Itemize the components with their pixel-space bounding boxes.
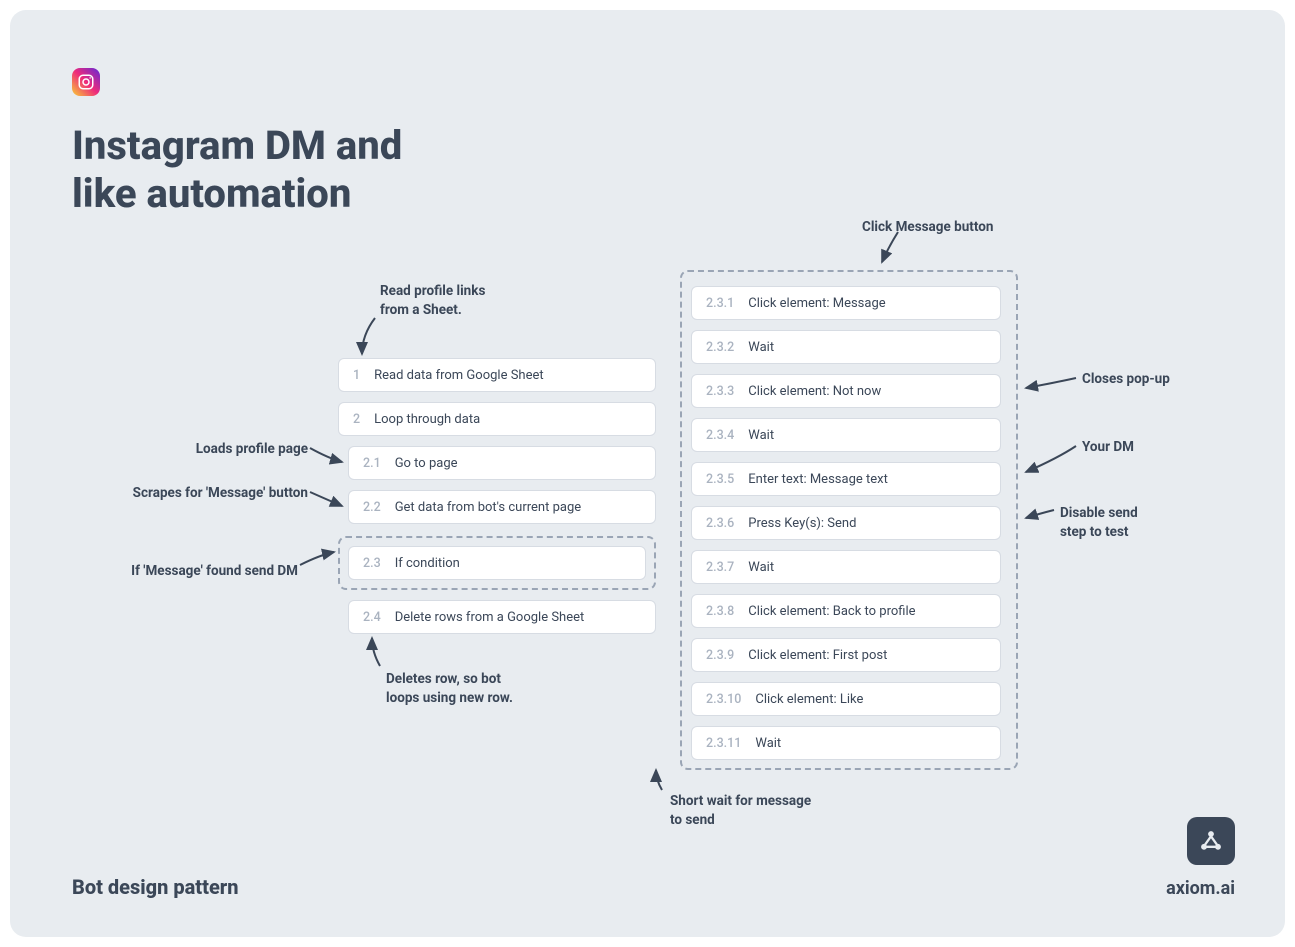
step-label: Click element: Back to profile	[748, 604, 915, 619]
page-title: Instagram DM and like automation	[72, 122, 402, 218]
step-get-data: 2.2 Get data from bot's current page	[348, 490, 656, 524]
step-label: Wait	[748, 428, 774, 443]
step-label: Wait	[748, 340, 774, 355]
title-line2: like automation	[72, 170, 351, 217]
annot-read-links: Read profile links from a Sheet.	[380, 282, 485, 320]
step-wait-4: 2.3.11 Wait	[691, 726, 1001, 760]
annot-scrapes: Scrapes for 'Message' button	[96, 484, 308, 503]
step-label: Loop through data	[374, 412, 480, 427]
step-num: 2.3.8	[706, 604, 734, 619]
step-back-profile: 2.3.8 Click element: Back to profile	[691, 594, 1001, 628]
diagram-canvas: Instagram DM and like automation 1 Read …	[10, 10, 1285, 937]
step-click-not-now: 2.3.3 Click element: Not now	[691, 374, 1001, 408]
annot-your-dm: Your DM	[1082, 438, 1134, 457]
step-label: Get data from bot's current page	[395, 500, 581, 515]
annot-if-found: If 'Message' found send DM	[102, 562, 298, 581]
step-delete-rows: 2.4 Delete rows from a Google Sheet	[348, 600, 656, 634]
step-label: Delete rows from a Google Sheet	[395, 610, 585, 625]
step-label: Click element: Message	[748, 296, 885, 311]
step-first-post: 2.3.9 Click element: First post	[691, 638, 1001, 672]
annot-deletes: Deletes row, so bot loops using new row.	[386, 670, 513, 708]
step-label: Enter text: Message text	[748, 472, 888, 487]
step-num: 2	[353, 412, 360, 427]
step-num: 2.3.11	[706, 736, 741, 751]
step-num: 2.3.2	[706, 340, 734, 355]
step-num: 2.3.6	[706, 516, 734, 531]
step-label: Click element: Like	[755, 692, 863, 707]
step-go-to-page: 2.1 Go to page	[348, 446, 656, 480]
step-num: 2.2	[363, 500, 381, 515]
step-num: 2.1	[363, 456, 381, 471]
step-label: Read data from Google Sheet	[374, 368, 544, 383]
step-label: Wait	[755, 736, 781, 751]
step-click-message: 2.3.1 Click element: Message	[691, 286, 1001, 320]
annot-disable-send: Disable send step to test	[1060, 504, 1138, 542]
step-num: 2.3.3	[706, 384, 734, 399]
step-wait-3: 2.3.7 Wait	[691, 550, 1001, 584]
annot-closes-popup: Closes pop-up	[1082, 370, 1170, 389]
title-line1: Instagram DM and	[72, 122, 402, 169]
step-label: Wait	[748, 560, 774, 575]
footer-brand: axiom.ai	[1166, 878, 1235, 899]
step-num: 1	[353, 368, 360, 383]
step-label: Click element: Not now	[748, 384, 881, 399]
step-loop: 2 Loop through data	[338, 402, 656, 436]
instagram-icon	[72, 68, 100, 96]
step-label: Click element: First post	[748, 648, 887, 663]
annot-loads-profile: Loads profile page	[168, 440, 308, 459]
step-num: 2.3.1	[706, 296, 734, 311]
step-click-like: 2.3.10 Click element: Like	[691, 682, 1001, 716]
footer-label: Bot design pattern	[72, 875, 239, 899]
step-wait-1: 2.3.2 Wait	[691, 330, 1001, 364]
step-enter-text: 2.3.5 Enter text: Message text	[691, 462, 1001, 496]
step-num: 2.4	[363, 610, 381, 625]
step-if-condition: 2.3 If condition	[348, 546, 646, 580]
step-wait-2: 2.3.4 Wait	[691, 418, 1001, 452]
step-label: Press Key(s): Send	[748, 516, 856, 531]
step-label: Go to page	[395, 456, 458, 471]
step-num: 2.3.7	[706, 560, 734, 575]
step-num: 2.3.10	[706, 692, 741, 707]
step-num: 2.3.5	[706, 472, 734, 487]
step-num: 2.3	[363, 556, 381, 571]
step-read-data: 1 Read data from Google Sheet	[338, 358, 656, 392]
step-num: 2.3.9	[706, 648, 734, 663]
annot-short-wait: Short wait for message to send	[670, 792, 811, 830]
step-num: 2.3.4	[706, 428, 734, 443]
step-press-send: 2.3.6 Press Key(s): Send	[691, 506, 1001, 540]
axiom-logo-icon	[1187, 817, 1235, 865]
step-label: If condition	[395, 556, 460, 571]
annot-click-msg: Click Message button	[862, 218, 993, 237]
